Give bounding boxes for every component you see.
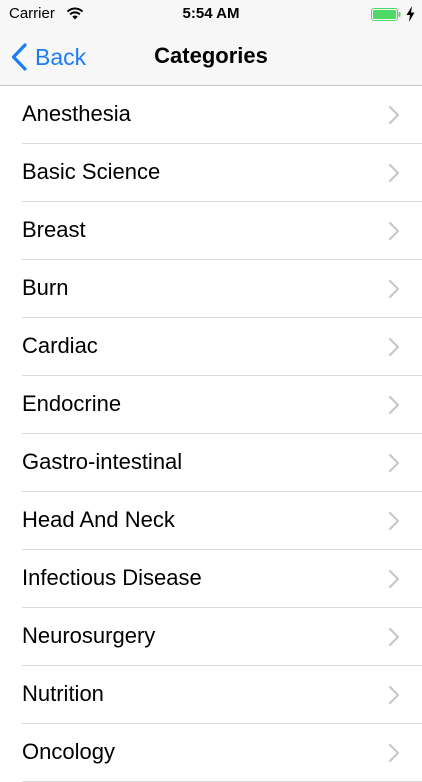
navigation-bar: Back Categories [0, 30, 422, 86]
chevron-right-icon [388, 395, 400, 415]
category-label: Infectious Disease [22, 565, 202, 590]
page-title: Categories [154, 43, 268, 68]
chevron-right-icon [388, 163, 400, 183]
category-row[interactable]: Breast [0, 202, 422, 260]
category-label: Cardiac [22, 333, 98, 358]
category-label: Neurosurgery [22, 623, 156, 648]
category-row[interactable]: Endocrine [0, 376, 422, 434]
category-label: Basic Science [22, 159, 161, 184]
categories-list: Anesthesia Basic Science Breast Burn Car… [0, 86, 422, 782]
chevron-right-icon [388, 279, 400, 299]
category-row[interactable]: Basic Science [0, 144, 422, 202]
chevron-right-icon [388, 337, 400, 357]
category-row[interactable]: Infectious Disease [0, 550, 422, 608]
category-row[interactable]: Nutrition [0, 666, 422, 724]
category-label: Breast [22, 217, 86, 242]
status-bar: Carrier 5:54 AM [0, 0, 422, 30]
chevron-right-icon [388, 221, 400, 241]
chevron-right-icon [388, 105, 400, 125]
category-label: Gastro-intestinal [22, 449, 183, 474]
chevron-right-icon [388, 569, 400, 589]
chevron-right-icon [388, 685, 400, 705]
status-time: 5:54 AM [182, 5, 240, 22]
category-label: Burn [22, 275, 69, 300]
category-row[interactable]: Gastro-intestinal [0, 434, 422, 492]
category-label: Endocrine [22, 391, 122, 416]
charging-bolt-icon [406, 6, 415, 22]
battery-icon [371, 8, 401, 21]
chevron-right-icon [388, 743, 400, 763]
category-label: Head And Neck [22, 507, 175, 532]
category-row[interactable]: Burn [0, 260, 422, 318]
category-row[interactable]: Oncology [0, 724, 422, 782]
category-label: Anesthesia [22, 101, 131, 126]
category-label: Nutrition [22, 681, 104, 706]
chevron-right-icon [388, 627, 400, 647]
chevron-right-icon [388, 453, 400, 473]
category-row[interactable]: Anesthesia [0, 86, 422, 144]
chevron-right-icon [388, 511, 400, 531]
category-label: Oncology [22, 739, 115, 764]
category-row[interactable]: Neurosurgery [0, 608, 422, 666]
category-row[interactable]: Head And Neck [0, 492, 422, 550]
category-row[interactable]: Cardiac [0, 318, 422, 376]
